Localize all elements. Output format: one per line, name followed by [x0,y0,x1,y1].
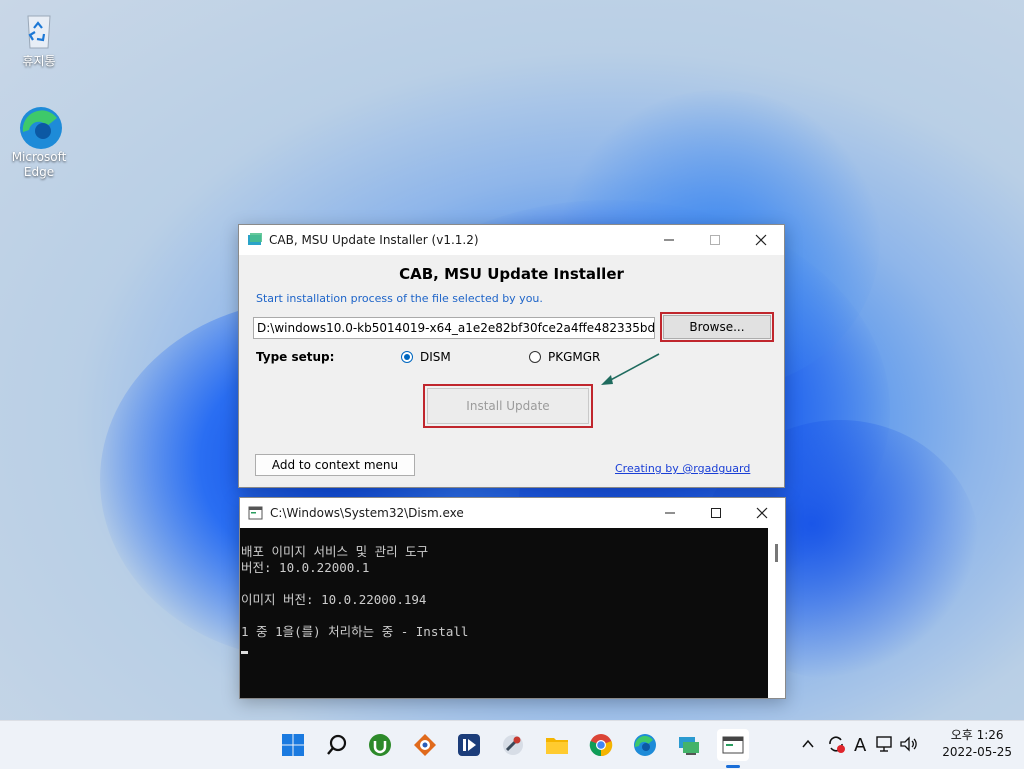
install-update-button[interactable]: Install Update [423,384,593,428]
installer-window: CAB, MSU Update Installer (v1.1.2) CAB, … [238,224,785,488]
chrome-icon [589,734,613,757]
desktop-icon-edge[interactable]: Microsoft Edge [9,104,69,180]
search-icon [327,734,347,755]
recycle-bin-icon [17,8,61,52]
console-window: C:\Windows\System32\Dism.exe 배포 이미지 서비스 … [239,497,786,699]
taskbar-app-network[interactable] [675,731,703,759]
installer-heading: CAB, MSU Update Installer [399,265,624,283]
media-app-icon [458,734,480,756]
close-icon [755,234,767,246]
maximize-button[interactable] [693,498,739,528]
edge-icon [634,734,656,756]
taskbar-app-console-active[interactable] [717,729,749,761]
console-line: 배포 이미지 서비스 및 관리 도구 [241,544,429,559]
desktop-icon-label: Microsoft Edge [11,150,67,179]
volume-icon [900,735,918,752]
taskbar-app-tools[interactable] [499,731,527,759]
type-setup-label: Type setup: [256,350,335,364]
ime-indicator[interactable]: A [854,735,866,756]
minimize-button[interactable] [646,225,692,255]
radio-unselected-icon [529,351,541,363]
console-app-icon [722,736,744,754]
windows-start-icon [282,734,304,756]
taskbar-app-chrome[interactable] [587,731,615,759]
console-line: 버전: 10.0.22000.1 [241,560,370,575]
add-context-menu-button[interactable]: Add to context menu [255,454,415,476]
radio-label: DISM [420,350,451,364]
file-explorer-icon [546,738,568,754]
clock-date: 2022-05-25 [942,745,1012,759]
monitor-network-icon [876,735,893,752]
browse-button[interactable]: Browse... [660,312,774,342]
taskbar-app-utorrent[interactable] [366,731,394,759]
file-path-field[interactable]: D:\windows10.0-kb5014019-x64_a1e2e82bf30… [253,317,655,339]
minimize-icon [664,239,674,241]
console-line: 이미지 버전: 10.0.22000.194 [241,592,427,607]
network-button[interactable] [876,735,894,755]
console-app-icon [248,505,264,521]
tools-app-icon [503,735,523,755]
taskbar-app-media[interactable] [455,731,483,759]
maximize-icon [711,508,721,518]
close-button[interactable] [739,498,785,528]
console-titlebar[interactable]: C:\Windows\System32\Dism.exe [240,498,785,528]
console-scrollbar[interactable] [768,528,785,698]
tray-sync-button[interactable] [826,734,846,757]
maximize-button[interactable] [692,225,738,255]
minimize-button[interactable] [647,498,693,528]
installer-titlebar[interactable]: CAB, MSU Update Installer (v1.1.2) [239,225,784,255]
taskbar: A 오후 1:26 2022-05-25 [0,720,1024,769]
taskbar-clock[interactable]: 오후 1:26 2022-05-25 [942,727,1012,761]
desktop-icon-recycle-bin[interactable]: 휴지통 [9,8,69,69]
taskbar-app-explorer[interactable] [543,731,571,759]
sync-icon [829,735,845,753]
console-line: 1 중 1을(를) 처리하는 중 - Install [241,624,469,639]
desktop-icon-label: 휴지통 [22,54,56,68]
utorrent-icon [369,734,391,756]
console-cursor-line [240,640,768,656]
maximize-icon [710,235,720,245]
radio-label: PKGMGR [548,350,601,364]
scrollbar-thumb[interactable] [775,544,778,562]
system-tray: A [802,721,918,769]
clock-time: 오후 1:26 [950,728,1004,742]
photo-app-icon [414,734,436,756]
start-button[interactable] [279,731,307,759]
window-title: CAB, MSU Update Installer (v1.1.2) [269,233,479,247]
annotation-arrow-icon [601,353,660,385]
taskbar-search-button[interactable] [323,731,351,759]
window-title: C:\Windows\System32\Dism.exe [270,506,464,520]
radio-selected-icon [401,351,413,363]
console-output: 배포 이미지 서비스 및 관리 도구 버전: 10.0.22000.1 이미지 … [240,528,768,698]
credit-link[interactable]: Creating by @rgadguard [615,462,750,475]
radio-dism[interactable]: DISM [401,350,451,364]
taskbar-app-photo[interactable] [411,731,439,759]
close-icon [756,507,768,519]
radio-pkgmgr[interactable]: PKGMGR [529,350,600,364]
network-app-icon [679,737,699,755]
installer-app-icon [247,232,263,248]
volume-button[interactable] [900,735,918,755]
minimize-icon [665,512,675,514]
taskbar-app-edge[interactable] [631,731,659,759]
installer-subtitle: Start installation process of the file s… [256,292,543,305]
tray-overflow-button[interactable] [802,738,814,752]
text-cursor [241,651,248,654]
edge-icon [17,104,62,149]
close-button[interactable] [738,225,784,255]
chevron-up-icon [802,739,814,748]
